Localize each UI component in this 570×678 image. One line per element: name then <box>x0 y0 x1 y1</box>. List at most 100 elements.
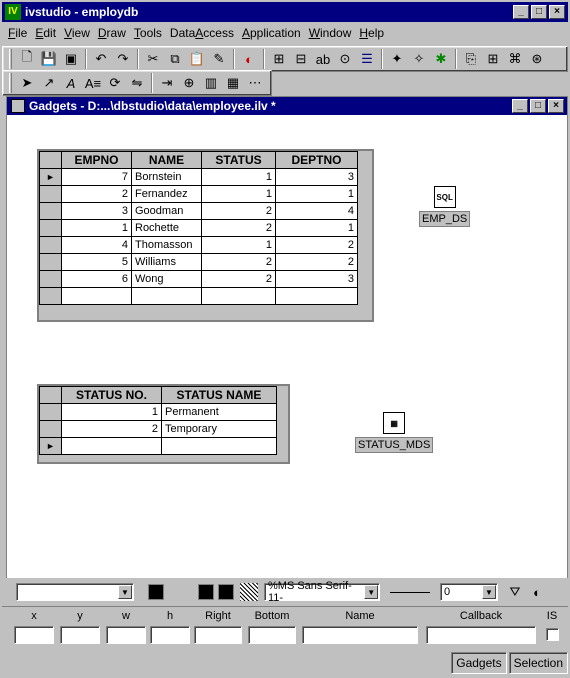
table-row[interactable]: 6 Wong 2 3 <box>39 270 358 288</box>
table-row[interactable]: 2 Temporary <box>39 420 277 438</box>
table-cell[interactable]: 4 <box>61 236 132 254</box>
rotate-icon[interactable]: ⟳ <box>104 73 126 93</box>
table-cell[interactable]: 2 <box>61 185 132 203</box>
employee-grid[interactable]: EMPNO NAME STATUS DEPTNO ► 7 Bornstein 1 3 2 F… <box>37 149 374 322</box>
menu-file[interactable]: File <box>8 26 33 40</box>
table-cell[interactable]: 3 <box>275 270 358 288</box>
table-cell[interactable] <box>61 437 162 455</box>
table-cell[interactable]: 1 <box>275 219 358 237</box>
is-checkbox[interactable] <box>546 628 559 641</box>
table-cell[interactable] <box>61 287 132 305</box>
tool-b-icon[interactable]: ✧ <box>408 49 430 69</box>
table-row[interactable]: 1 Permanent <box>39 403 277 421</box>
row-selector[interactable]: ► <box>39 168 62 186</box>
group-icon[interactable]: ⊞ <box>268 49 290 69</box>
child-close-button[interactable]: × <box>548 99 564 113</box>
row-selector[interactable] <box>39 253 62 271</box>
table-row[interactable]: 4 Thomasson 1 2 <box>39 236 358 254</box>
minimize-button[interactable]: _ <box>513 5 529 19</box>
table-cell[interactable]: 2 <box>201 253 276 271</box>
table-cell[interactable]: 1 <box>275 185 358 203</box>
table-cell[interactable]: Williams <box>131 253 202 271</box>
name-field[interactable] <box>302 626 418 644</box>
menu-window[interactable]: Window <box>309 26 358 40</box>
row-selector[interactable] <box>39 236 62 254</box>
gadget-canvas[interactable]: EMPNO NAME STATUS DEPTNO ► 7 Bornstein 1 3 2 F… <box>7 116 567 578</box>
tool-d-icon[interactable]: ⎘ <box>460 49 482 69</box>
status-mds-gadget[interactable]: ▦ STATUS_MDS <box>355 412 434 453</box>
emp-ds-gadget[interactable]: SQL EMP_DS <box>419 186 471 227</box>
column-header[interactable]: STATUS <box>201 151 276 169</box>
menu-view[interactable]: View <box>64 26 96 40</box>
link-arrow-icon[interactable]: ↗ <box>38 73 60 93</box>
table-row[interactable]: ► 7 Bornstein 1 3 <box>39 168 358 186</box>
row-selector[interactable] <box>39 420 62 438</box>
table-row[interactable]: 2 Fernandez 1 1 <box>39 185 358 203</box>
line-style-sample[interactable] <box>390 591 430 593</box>
child-minimize-button[interactable]: _ <box>512 99 528 113</box>
background-color-swatch[interactable] <box>198 584 214 600</box>
line-width-combo[interactable]: 0 ▼ <box>440 583 498 601</box>
foreground-color-swatch[interactable] <box>148 584 164 600</box>
style-combo[interactable]: ▼ <box>16 583 134 601</box>
h-field[interactable] <box>150 626 190 644</box>
column-header[interactable]: STATUS NAME <box>161 386 277 404</box>
column-header[interactable]: STATUS NO. <box>61 386 162 404</box>
menu-application[interactable]: Application <box>242 26 307 40</box>
table-row[interactable]: 5 Williams 2 2 <box>39 253 358 271</box>
tool-e-icon[interactable]: ⊞ <box>482 49 504 69</box>
select-arrow-icon[interactable]: ➤ <box>16 73 38 93</box>
bottom-field[interactable] <box>248 626 296 644</box>
maximize-button[interactable]: □ <box>531 5 547 19</box>
grid-col-icon[interactable]: ▥ <box>200 73 222 93</box>
table-cell[interactable]: 3 <box>61 202 132 220</box>
y-field[interactable] <box>60 626 100 644</box>
table-cell[interactable] <box>275 287 358 305</box>
paste-icon[interactable]: 📋 <box>186 49 208 69</box>
table-cell[interactable]: Wong <box>131 270 202 288</box>
table-cell[interactable]: 3 <box>275 168 358 186</box>
new-row[interactable]: ► <box>39 437 277 455</box>
table-cell[interactable]: Bornstein <box>131 168 202 186</box>
align-text-icon[interactable]: A≡ <box>82 73 104 93</box>
save-all-icon[interactable]: ▣ <box>60 49 82 69</box>
cut-icon[interactable]: ✂ <box>142 49 164 69</box>
child-maximize-button[interactable]: □ <box>530 99 546 113</box>
new-icon[interactable]: 🗋 <box>16 49 38 69</box>
arrow-style-icon[interactable]: ⛛ <box>504 582 526 602</box>
column-header[interactable]: EMPNO <box>61 151 132 169</box>
ungroup-icon[interactable]: ⊟ <box>290 49 312 69</box>
table-cell[interactable]: 2 <box>275 253 358 271</box>
row-selector[interactable] <box>39 219 62 237</box>
table-cell[interactable]: Fernandez <box>131 185 202 203</box>
menu-tools[interactable]: Tools <box>134 26 168 40</box>
italic-text-icon[interactable]: A <box>60 73 82 93</box>
x-field[interactable] <box>14 626 54 644</box>
table-cell[interactable]: 1 <box>61 219 132 237</box>
table-cell[interactable]: 2 <box>201 270 276 288</box>
table-cell[interactable]: 4 <box>275 202 358 220</box>
table-cell[interactable]: 2 <box>61 420 162 438</box>
table-row[interactable]: 3 Goodman 2 4 <box>39 202 358 220</box>
table-cell[interactable]: Temporary <box>161 420 277 438</box>
save-icon[interactable]: 💾 <box>38 49 60 69</box>
table-cell[interactable]: 2 <box>201 219 276 237</box>
empty-row[interactable] <box>39 287 358 305</box>
column-header[interactable]: NAME <box>131 151 202 169</box>
table-cell[interactable]: Thomasson <box>131 236 202 254</box>
table-cell[interactable]: 6 <box>61 270 132 288</box>
table-cell[interactable]: 7 <box>61 168 132 186</box>
row-selector[interactable]: ► <box>39 437 62 455</box>
table-cell[interactable]: 1 <box>201 185 276 203</box>
table-cell[interactable] <box>201 287 276 305</box>
tool-g-icon[interactable]: ⊛ <box>526 49 548 69</box>
attach-icon[interactable]: ⊕ <box>178 73 200 93</box>
copy-icon[interactable]: ⧉ <box>164 49 186 69</box>
table-row[interactable]: 1 Rochette 2 1 <box>39 219 358 237</box>
row-selector[interactable] <box>39 287 62 305</box>
status-grid[interactable]: STATUS NO. STATUS NAME 1 Permanent 2 Tempor… <box>37 384 290 464</box>
row-selector[interactable] <box>39 403 62 421</box>
table-cell[interactable] <box>161 437 277 455</box>
list-icon[interactable]: ☰ <box>356 49 378 69</box>
row-selector[interactable] <box>39 185 62 203</box>
